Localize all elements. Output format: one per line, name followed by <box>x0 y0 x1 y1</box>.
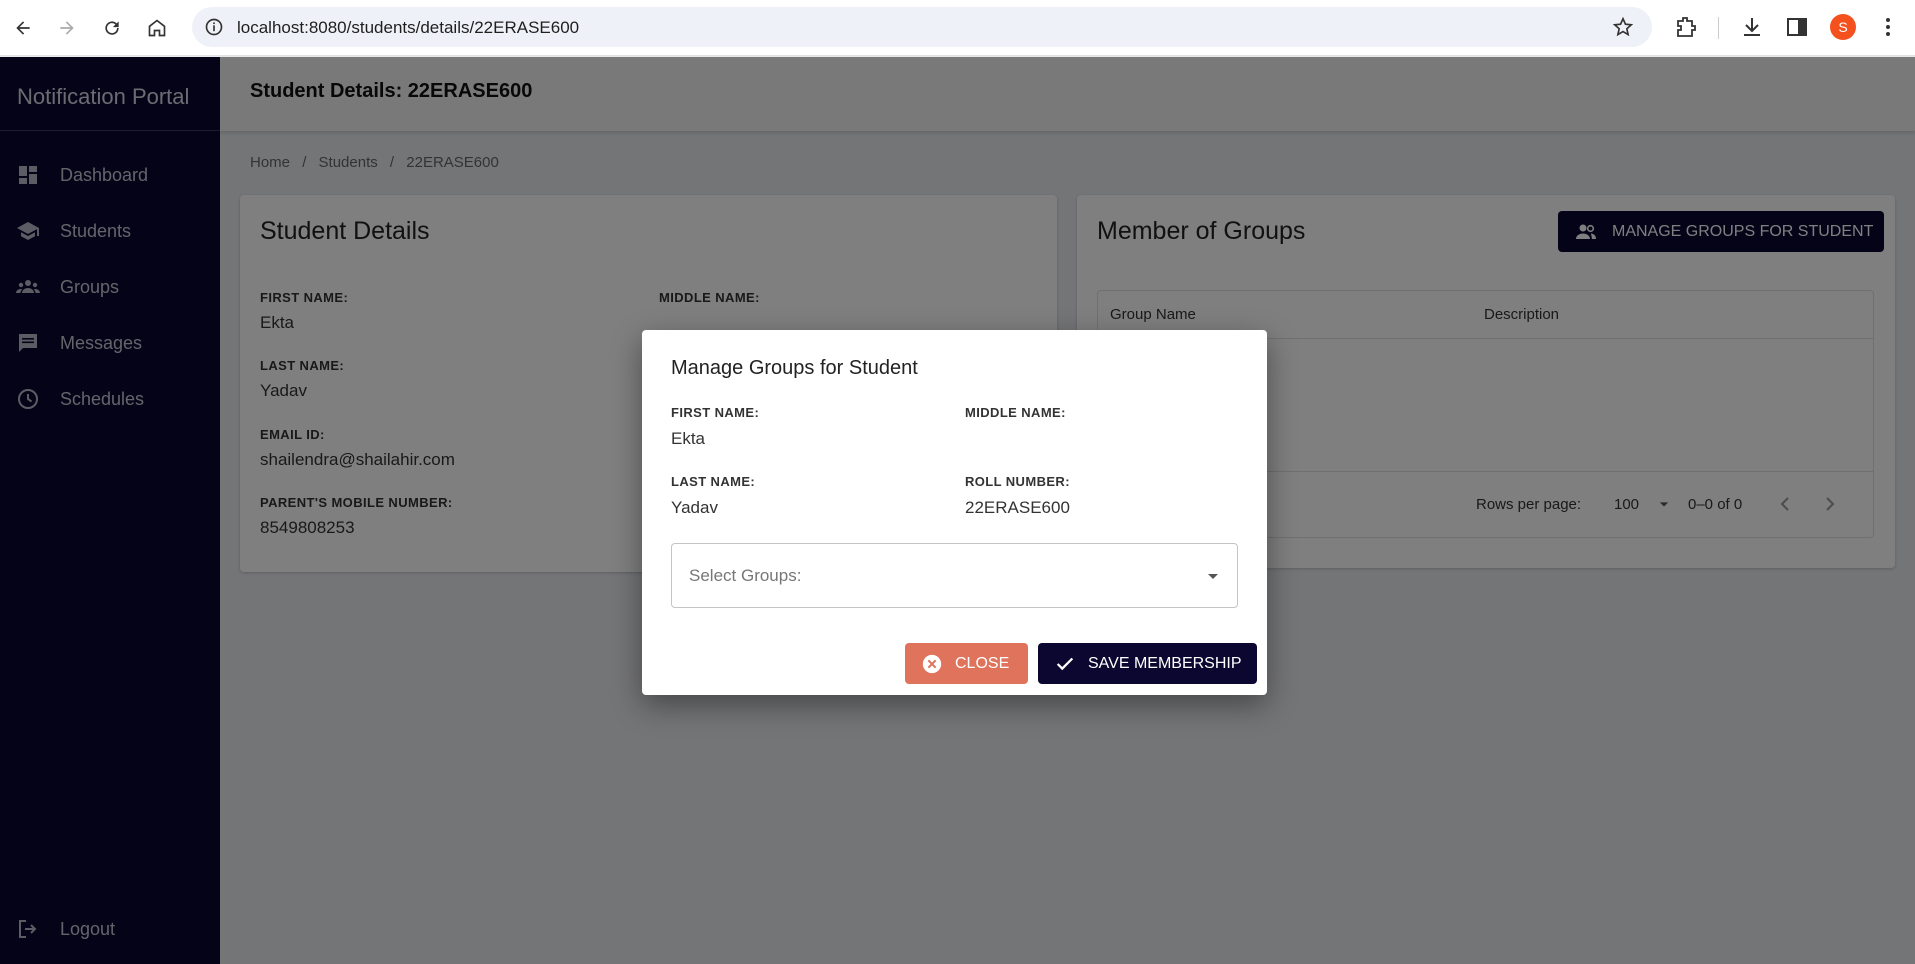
save-membership-button[interactable]: SAVE MEMBERSHIP <box>1038 643 1257 684</box>
last-name-label: LAST NAME: <box>671 474 756 489</box>
first-name-label: FIRST NAME: <box>671 405 760 420</box>
middle-name-label: MIDDLE NAME: <box>965 405 1066 420</box>
toolbar-divider <box>1718 17 1719 39</box>
download-icon[interactable] <box>1740 15 1764 39</box>
forward-button[interactable] <box>55 16 79 40</box>
address-bar[interactable]: localhost:8080/students/details/22ERASE6… <box>192 7 1652 47</box>
browser-toolbar: localhost:8080/students/details/22ERASE6… <box>0 0 1915 56</box>
more-vert-icon[interactable] <box>1876 15 1900 39</box>
caret-down-icon[interactable] <box>1201 564 1225 588</box>
home-button[interactable] <box>145 16 169 40</box>
extensions-icon[interactable] <box>1674 15 1698 39</box>
url-text: localhost:8080/students/details/22ERASE6… <box>237 18 580 37</box>
select-groups-dropdown[interactable]: Select Groups: <box>671 543 1238 608</box>
cancel-circle-icon <box>922 654 942 673</box>
side-panel-icon[interactable] <box>1785 15 1809 39</box>
close-label: CLOSE <box>955 654 1010 672</box>
dialog-title: Manage Groups for Student <box>671 357 918 379</box>
arrow-left-icon <box>16 21 30 35</box>
close-button[interactable]: CLOSE <box>905 643 1028 684</box>
arrow-right-icon <box>60 21 74 35</box>
bookmark-star-icon[interactable] <box>1612 16 1634 38</box>
back-button[interactable] <box>11 16 35 40</box>
info-icon[interactable] <box>204 17 224 37</box>
reload-icon <box>105 21 119 35</box>
roll-number-value: 22ERASE600 <box>965 498 1070 517</box>
roll-number-label: ROLL NUMBER: <box>965 474 1070 489</box>
save-membership-label: SAVE MEMBERSHIP <box>1088 654 1242 672</box>
home-icon <box>148 19 166 37</box>
select-groups-placeholder: Select Groups: <box>689 566 802 585</box>
check-icon <box>1056 657 1074 670</box>
first-name-value: Ekta <box>671 429 706 448</box>
profile-avatar[interactable]: S <box>1830 14 1856 40</box>
last-name-value: Yadav <box>671 498 718 517</box>
reload-button[interactable] <box>100 16 124 40</box>
manage-groups-dialog: Manage Groups for Student FIRST NAME: Ek… <box>642 330 1267 695</box>
